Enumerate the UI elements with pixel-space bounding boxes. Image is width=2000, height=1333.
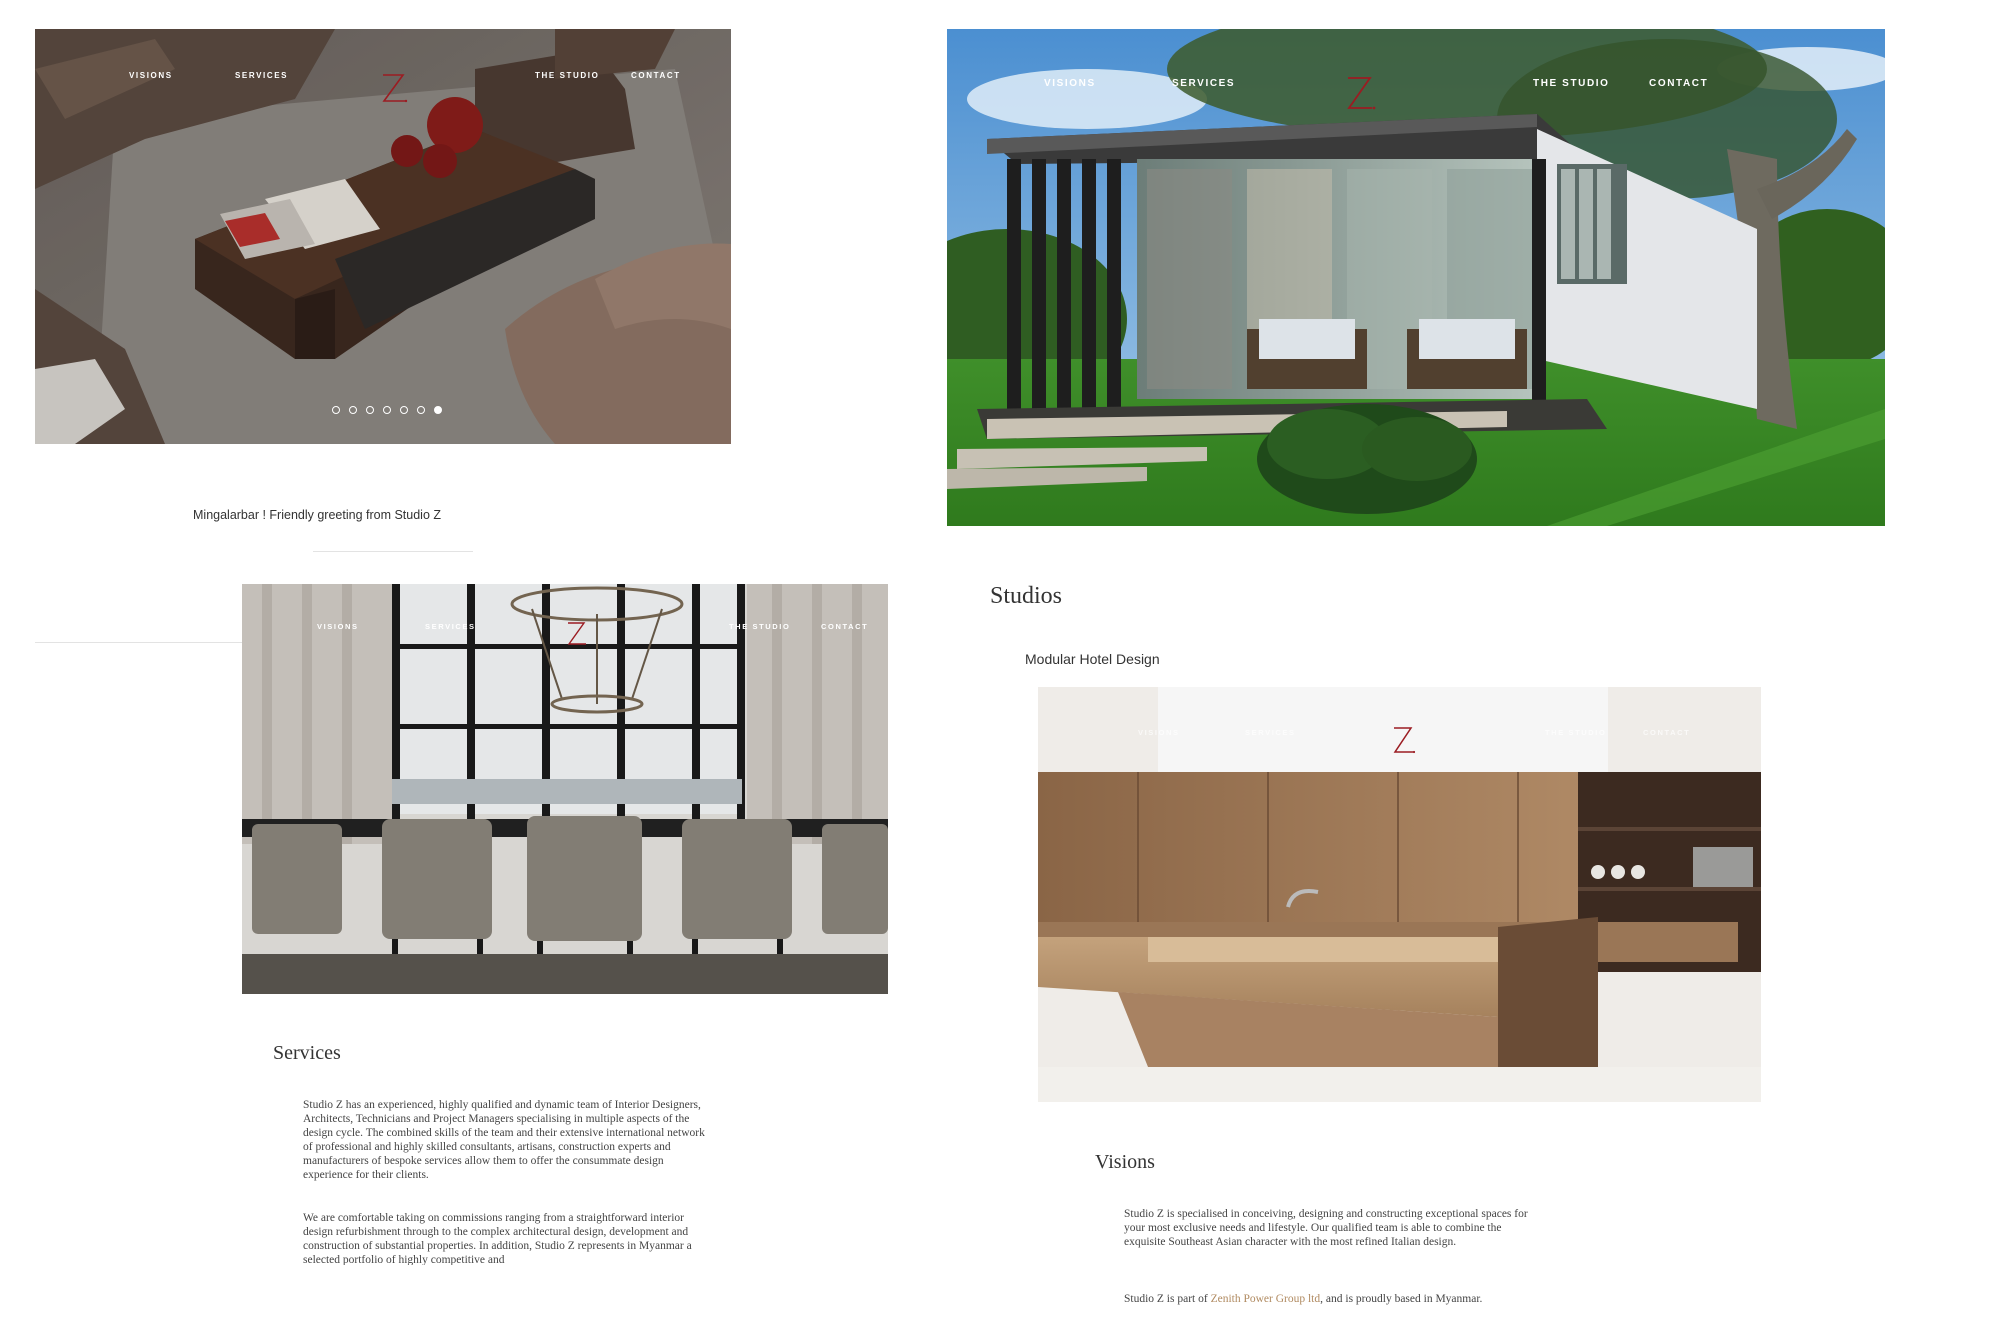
greeting-text: Mingalarbar ! Friendly greeting from Stu… [193,508,442,522]
visions-paragraph-2-suffix: , and is proudly based in Myanmar. [1320,1293,1483,1305]
nav-visions[interactable]: VISIONS [317,622,359,631]
navbar-panel-2: VISIONS SERVICES THE STUDIO CONTACT [947,29,1885,129]
services-heading: Services [273,1042,341,1064]
nav-contact[interactable]: CONTACT [631,71,681,80]
nav-contact[interactable]: CONTACT [821,622,868,631]
nav-services[interactable]: SERVICES [235,71,288,80]
studios-item-modular-hotel-design[interactable]: Modular Hotel Design [1025,651,1160,667]
hero-slider-living-room[interactable]: VISIONS SERVICES THE STUDIO CONTACT [35,29,731,444]
slider-dot-5[interactable] [400,406,408,414]
slider-dot-3[interactable] [366,406,374,414]
visions-paragraph-1: Studio Z is specialised in conceiving, d… [1124,1208,1528,1249]
nav-visions[interactable]: VISIONS [1138,728,1180,737]
visions-heading: Visions [1095,1151,1155,1173]
nav-services[interactable]: SERVICES [425,622,476,631]
slider-dot-4[interactable] [383,406,391,414]
visions-paragraph-2: Studio Z is part of Zenith Power Group l… [1124,1292,1514,1306]
hero-modular-house[interactable]: VISIONS SERVICES THE STUDIO CONTACT [947,29,1885,526]
slider-dot-1[interactable] [332,406,340,414]
greeting-divider [313,551,473,552]
nav-the-studio[interactable]: THE STUDIO [729,622,790,631]
services-paragraph-2: We are comfortable taking on commissions… [303,1212,692,1265]
nav-visions[interactable]: VISIONS [1044,78,1096,89]
slider-dot-6[interactable] [417,406,425,414]
nav-services[interactable]: SERVICES [1172,78,1235,89]
slider-dot-7[interactable] [434,406,442,414]
navbar-panel-1: VISIONS SERVICES THE STUDIO CONTACT [35,29,731,109]
nav-the-studio[interactable]: THE STUDIO [1533,78,1610,89]
slider-pagination [332,406,442,414]
nav-contact[interactable]: CONTACT [1643,728,1690,737]
services-photo-dining-room[interactable]: VISIONS SERVICES THE STUDIO CONTACT [242,584,888,994]
zenith-power-group-link[interactable]: Zenith Power Group ltd [1211,1293,1321,1305]
nav-contact[interactable]: CONTACT [1649,78,1708,89]
visions-paragraph-2-prefix: Studio Z is part of [1124,1293,1211,1305]
slider-dot-2[interactable] [349,406,357,414]
studio-z-logo[interactable] [565,618,589,648]
studio-z-logo[interactable] [1390,722,1416,756]
studios-heading: Studios [990,583,1063,609]
section-divider [35,642,245,643]
studio-z-logo[interactable] [379,69,409,105]
nav-the-studio[interactable]: THE STUDIO [535,71,599,80]
studio-z-logo[interactable] [1343,71,1377,113]
nav-services[interactable]: SERVICES [1245,728,1296,737]
studios-photo-kitchen[interactable]: VISIONS SERVICES THE STUDIO CONTACT [1038,687,1761,1102]
nav-the-studio[interactable]: THE STUDIO [1545,728,1606,737]
services-paragraph-2-clip: We are comfortable taking on commissions… [303,1211,713,1265]
navbar-panel-4: VISIONS SERVICES THE STUDIO CONTACT [1038,687,1761,767]
navbar-panel-3: VISIONS SERVICES THE STUDIO CONTACT [242,584,888,654]
services-paragraph-1: Studio Z has an experienced, highly qual… [303,1099,705,1182]
nav-visions[interactable]: VISIONS [129,71,173,80]
